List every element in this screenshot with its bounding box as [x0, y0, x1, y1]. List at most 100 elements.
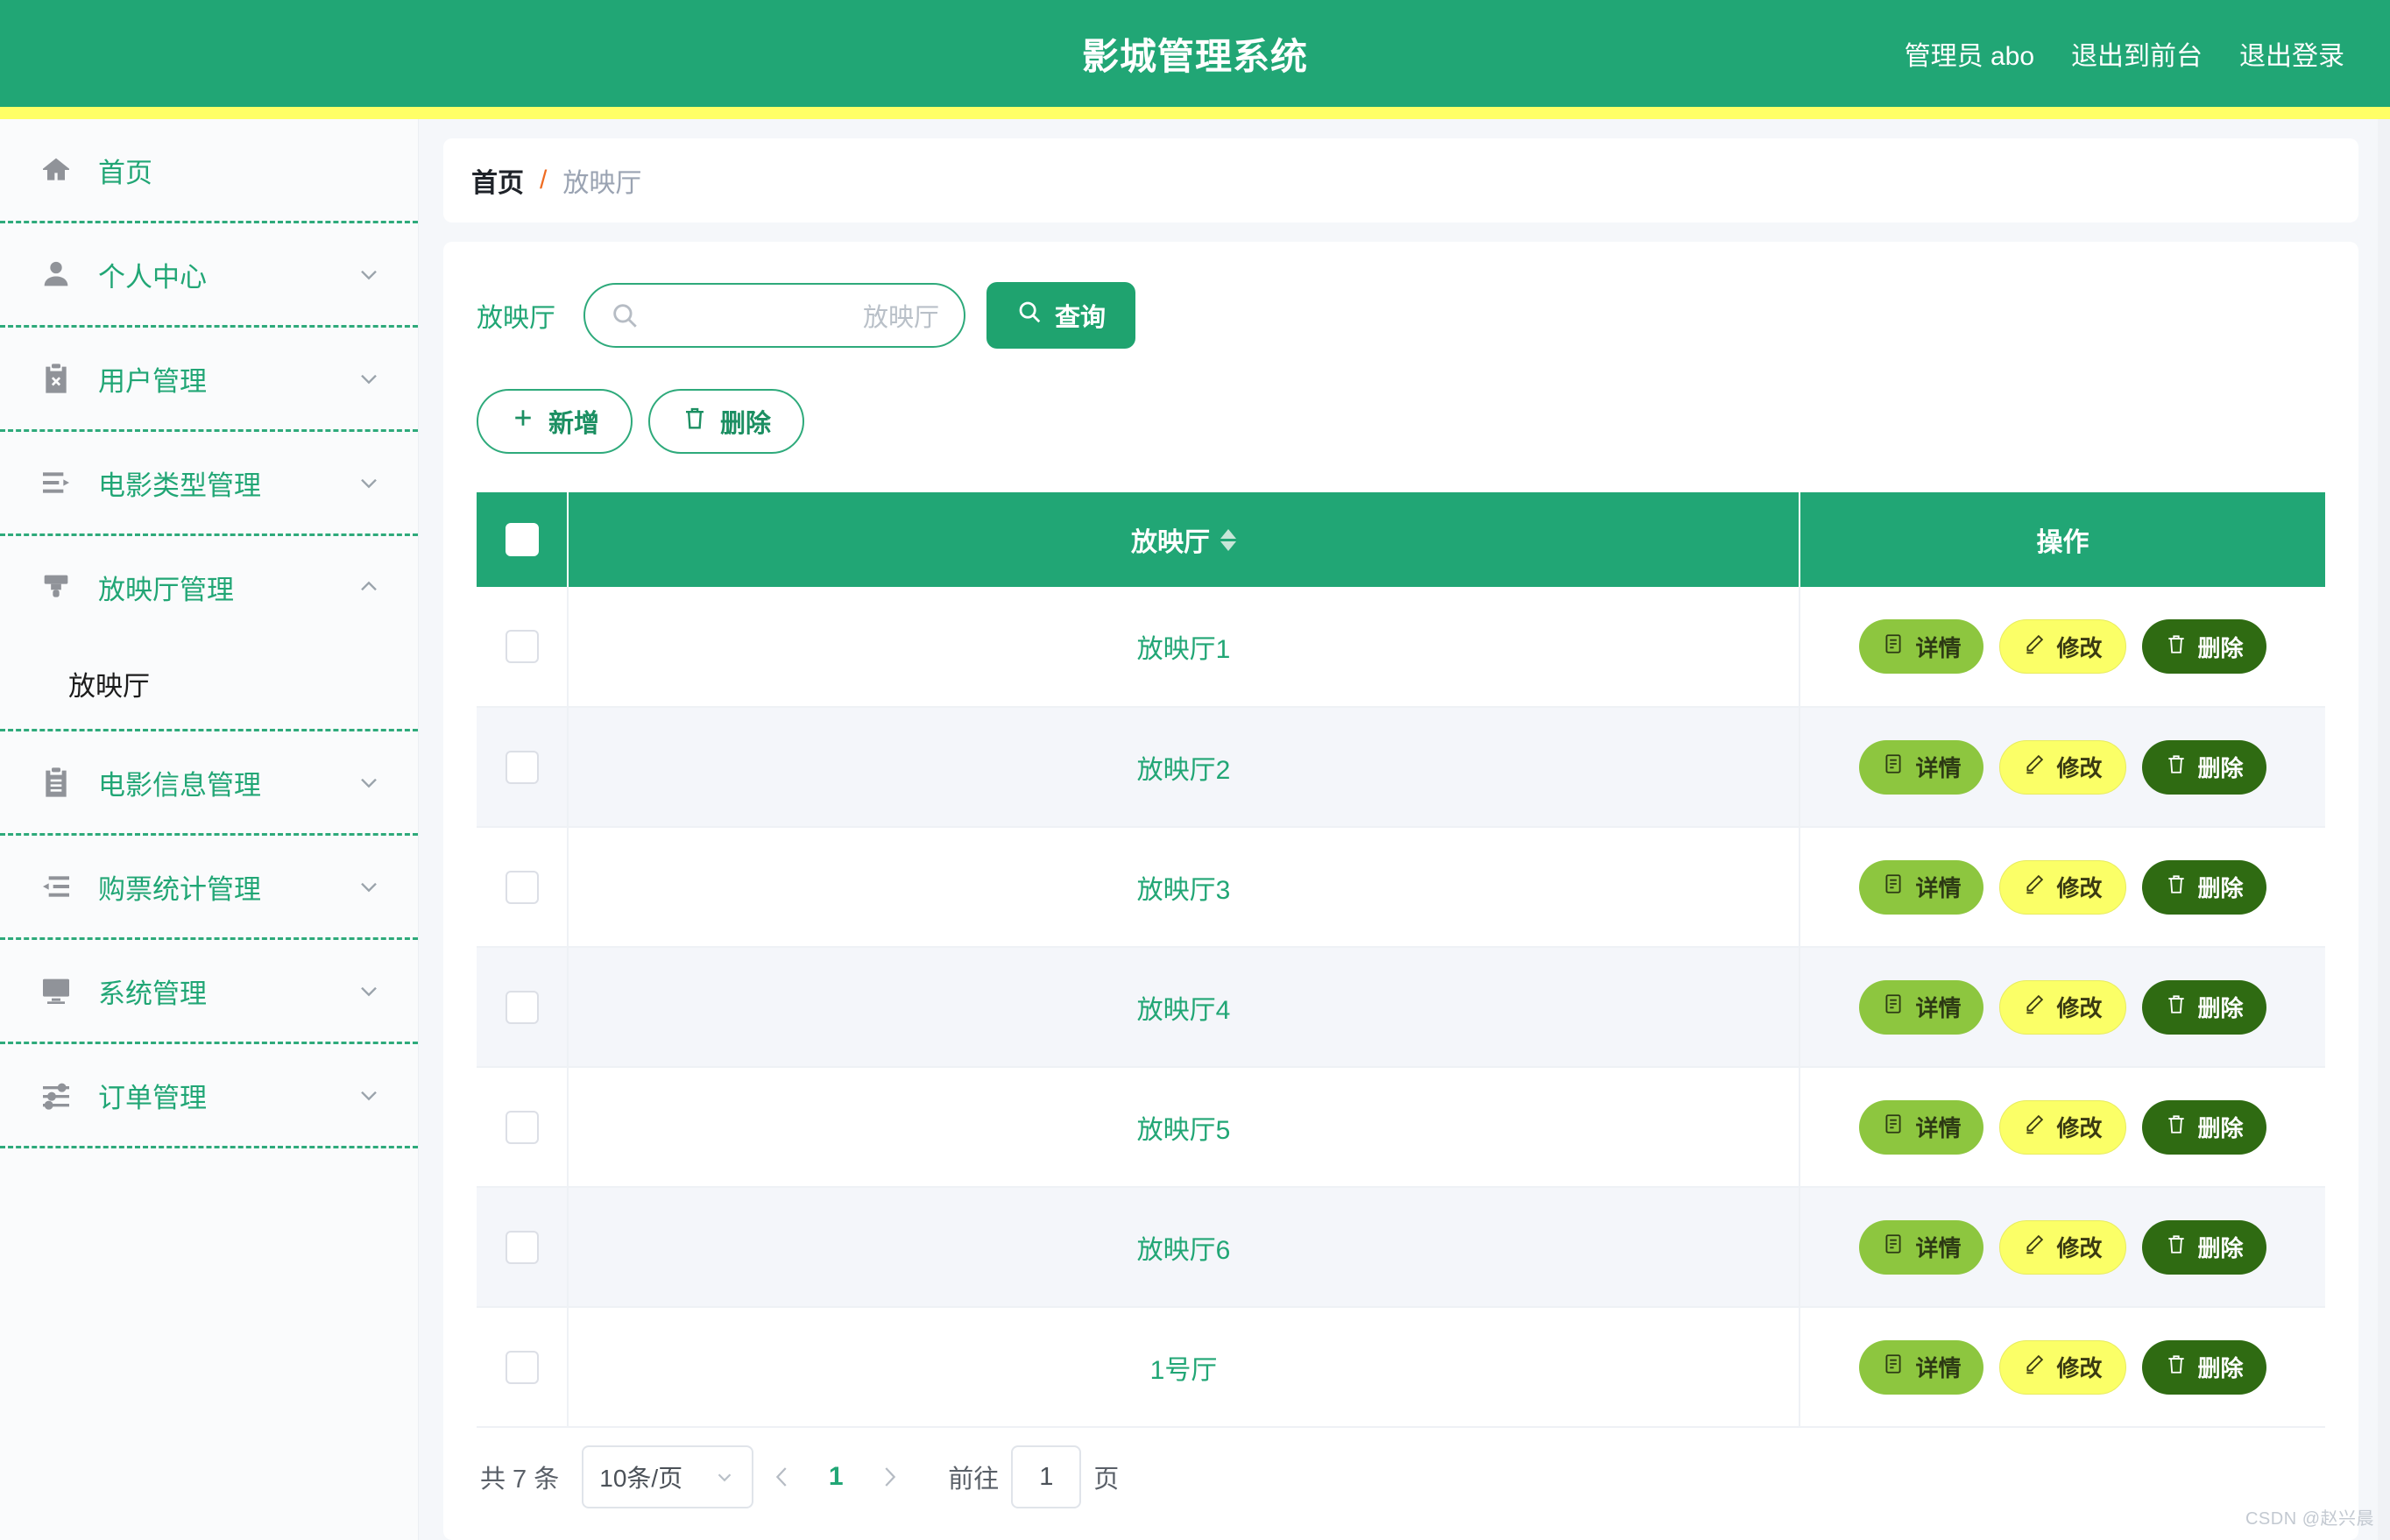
- row-delete-button[interactable]: 删除: [2141, 979, 2266, 1035]
- row-edit-label: 修改: [2056, 875, 2103, 901]
- accent-strip: [0, 107, 2390, 119]
- select-all-checkbox[interactable]: [505, 523, 539, 556]
- row-delete-button[interactable]: 删除: [2141, 1339, 2266, 1395]
- column-header-hall[interactable]: 放映厅: [568, 492, 1800, 587]
- row-checkbox[interactable]: [505, 1350, 539, 1384]
- search-toolbar: 放映厅 放映厅 查询: [477, 282, 2325, 349]
- chevron-down-icon[interactable]: [355, 469, 383, 497]
- delete-button[interactable]: 删除: [648, 389, 805, 454]
- row-delete-button[interactable]: 删除: [2141, 739, 2266, 795]
- sidebar-item-movie-type-management[interactable]: 电影类型管理: [0, 432, 418, 533]
- table-row: 放映厅1 详情 修改 删除: [477, 587, 2325, 708]
- sidebar-item-home[interactable]: 首页: [0, 119, 418, 221]
- pencil-icon: [2023, 1113, 2046, 1141]
- sidebar-subitem-hall[interactable]: 放映厅: [0, 638, 418, 729]
- sidebar-item-label: 订单管理: [98, 1082, 207, 1113]
- sort-updown-icon[interactable]: [1220, 528, 1236, 551]
- row-edit-button[interactable]: 修改: [1999, 859, 2126, 915]
- row-operations: 详情 修改 删除: [1800, 827, 2325, 948]
- header-exit-to-front[interactable]: 退出到前台: [2071, 34, 2203, 73]
- add-button[interactable]: 新增: [477, 389, 633, 454]
- row-edit-button[interactable]: 修改: [1999, 739, 2126, 795]
- row-checkbox[interactable]: [505, 630, 539, 663]
- content-panel: 放映厅 放映厅 查询 新增 删除 放映厅 操作 放映厅1 详情 修改 删除 放映…: [443, 242, 2358, 1540]
- row-operations: 详情 修改 删除: [1800, 1187, 2325, 1308]
- header-logout[interactable]: 退出登录: [2239, 34, 2344, 73]
- row-detail-button[interactable]: 详情: [1859, 1099, 1984, 1155]
- row-checkbox[interactable]: [505, 990, 539, 1024]
- chevron-down-icon[interactable]: [355, 977, 383, 1005]
- row-detail-button[interactable]: 详情: [1859, 739, 1984, 795]
- search-field-label: 放映厅: [477, 304, 555, 333]
- sidebar-item-ticket-stat-management[interactable]: 购票统计管理: [0, 836, 418, 937]
- sidebar-item-hall-management[interactable]: 放映厅管理: [0, 536, 418, 638]
- sidebar-group-profile: 个人中心: [0, 223, 418, 328]
- header-admin-name[interactable]: 管理员 abo: [1905, 34, 2034, 73]
- sidebar-item-order-management[interactable]: 订单管理: [0, 1044, 418, 1146]
- chevron-down-icon[interactable]: [355, 1081, 383, 1109]
- query-button[interactable]: 查询: [986, 282, 1136, 349]
- row-edit-button[interactable]: 修改: [1999, 1339, 2126, 1395]
- chevron-down-icon[interactable]: [355, 364, 383, 392]
- row-edit-button[interactable]: 修改: [1999, 1219, 2126, 1275]
- pagination-goto-label: 前往: [948, 1466, 1000, 1494]
- row-select-cell: [477, 1187, 569, 1308]
- trash-icon: [2165, 1353, 2188, 1381]
- row-checkbox[interactable]: [505, 870, 539, 904]
- data-table-wrapper: 放映厅 操作 放映厅1 详情 修改 删除 放映厅2 详情 修改 删除 放映厅3 详情 修改 删除 放映厅…: [477, 492, 2325, 1526]
- row-detail-button[interactable]: 详情: [1859, 1339, 1984, 1395]
- row-detail-label: 详情: [1915, 1235, 1962, 1261]
- row-detail-button[interactable]: 详情: [1859, 979, 1984, 1035]
- row-operations: 详情 修改 删除: [1800, 1067, 2325, 1188]
- row-edit-button[interactable]: 修改: [1999, 1099, 2126, 1155]
- row-edit-button[interactable]: 修改: [1999, 619, 2126, 674]
- page-scrollbar[interactable]: [2378, 119, 2390, 1540]
- pagination-goto-input[interactable]: [1011, 1445, 1082, 1508]
- row-detail-button[interactable]: 详情: [1859, 619, 1984, 674]
- sidebar-item-user-management[interactable]: 用户管理: [0, 328, 418, 429]
- search-input[interactable]: 放映厅: [583, 283, 965, 348]
- row-delete-label: 删除: [2197, 1355, 2244, 1381]
- breadcrumb-home[interactable]: 首页: [471, 161, 524, 200]
- table-row: 放映厅2 详情 修改 删除: [477, 707, 2325, 828]
- action-toolbar: 新增 删除: [477, 389, 2325, 454]
- pagination-page-unit: 页: [1093, 1466, 1120, 1494]
- sidebar-item-profile[interactable]: 个人中心: [0, 223, 418, 325]
- chevron-down-icon[interactable]: [355, 872, 383, 901]
- row-detail-button[interactable]: 详情: [1859, 859, 1984, 915]
- chevron-down-icon[interactable]: [355, 260, 383, 288]
- list-back-icon: [37, 867, 75, 906]
- trash-icon: [2165, 1113, 2188, 1141]
- page-shell: 首页 个人中心 用户管理 电影类型管理 放映厅管理 放映厅 电影信息管理 购票统…: [0, 119, 2390, 1540]
- row-operations: 详情 修改 删除: [1800, 587, 2325, 708]
- pencil-icon: [2023, 872, 2046, 901]
- chevron-down-icon[interactable]: [355, 768, 383, 796]
- pagination-next[interactable]: [860, 1448, 918, 1506]
- row-edit-button[interactable]: 修改: [1999, 979, 2126, 1035]
- table-row: 放映厅3 详情 修改 删除: [477, 827, 2325, 948]
- clipboard-icon: [37, 763, 75, 802]
- page-size-select[interactable]: 10条/页: [582, 1445, 754, 1508]
- row-edit-label: 修改: [2056, 1115, 2103, 1141]
- row-delete-button[interactable]: 删除: [2141, 1099, 2266, 1155]
- sidebar: 首页 个人中心 用户管理 电影类型管理 放映厅管理 放映厅 电影信息管理 购票统…: [0, 119, 419, 1540]
- chevron-up-icon[interactable]: [355, 573, 383, 601]
- sidebar-item-system-management[interactable]: 系统管理: [0, 940, 418, 1042]
- sidebar-item-label: 系统管理: [98, 978, 207, 1009]
- sidebar-group-halls: 放映厅管理 放映厅: [0, 536, 418, 731]
- row-checkbox[interactable]: [505, 750, 539, 784]
- row-delete-label: 删除: [2197, 755, 2244, 781]
- row-delete-button[interactable]: 删除: [2141, 859, 2266, 915]
- monitor-icon: [37, 971, 75, 1010]
- sidebar-subitem-label: 放映厅: [68, 670, 150, 702]
- app-header: 影城管理系统 管理员 abo 退出到前台 退出登录: [0, 0, 2390, 107]
- row-checkbox[interactable]: [505, 1230, 539, 1264]
- row-detail-button[interactable]: 详情: [1859, 1219, 1984, 1275]
- sidebar-item-movie-info-management[interactable]: 电影信息管理: [0, 731, 418, 833]
- row-checkbox[interactable]: [505, 1110, 539, 1144]
- pagination-prev[interactable]: [753, 1448, 811, 1506]
- row-delete-button[interactable]: 删除: [2141, 1219, 2266, 1275]
- plus-icon: [510, 405, 536, 438]
- row-delete-button[interactable]: 删除: [2141, 619, 2266, 674]
- pagination-page-1[interactable]: 1: [811, 1462, 860, 1492]
